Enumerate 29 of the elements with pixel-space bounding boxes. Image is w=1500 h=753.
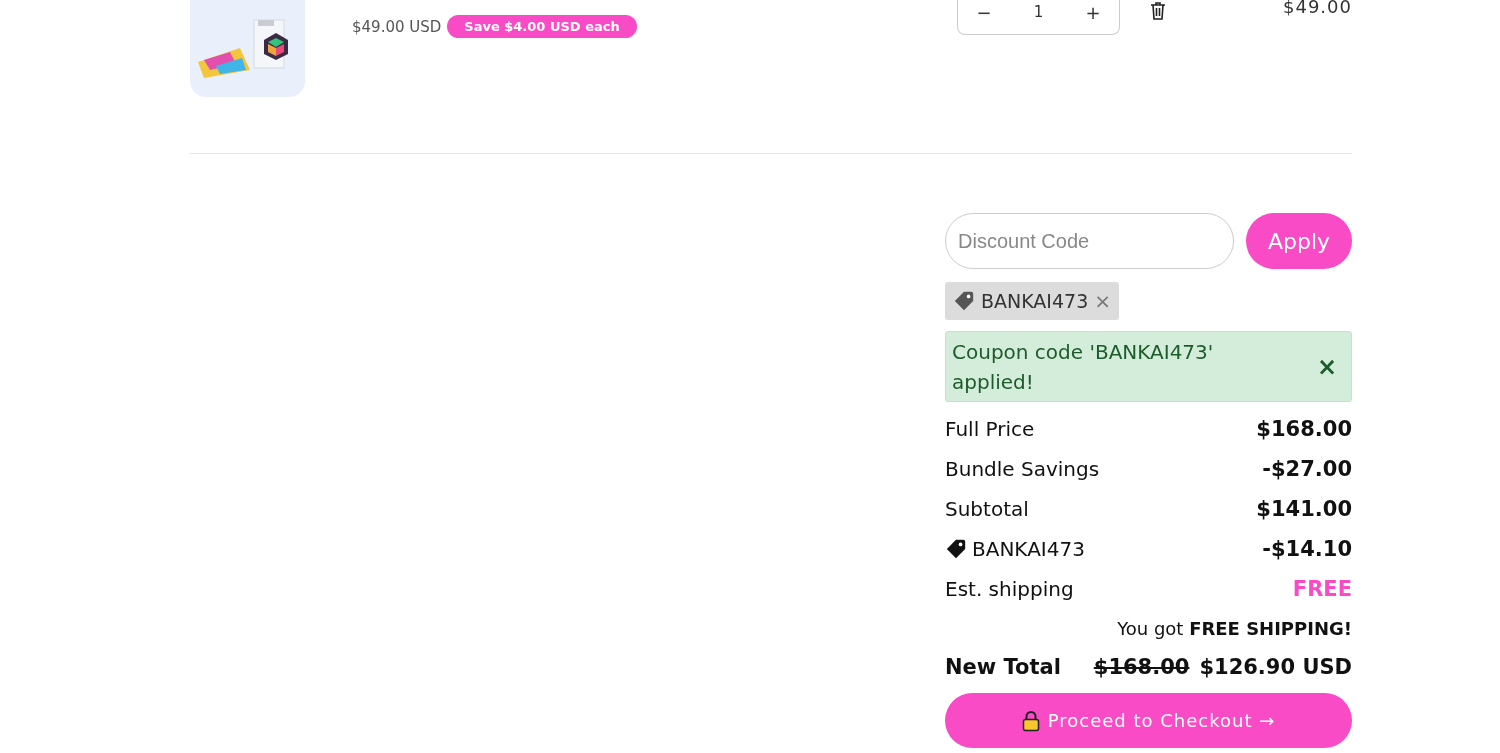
summary-label: Bundle Savings xyxy=(945,457,1100,481)
summary-label: Est. shipping xyxy=(945,577,1074,601)
summary-label: Subtotal xyxy=(945,497,1029,521)
line-total: $49.00 xyxy=(1283,0,1352,17)
new-total-amount: $126.90 USD xyxy=(1199,655,1352,679)
coupon-code: BANKAI473 xyxy=(981,290,1089,312)
trash-icon[interactable] xyxy=(1150,2,1166,20)
decrease-button[interactable]: − xyxy=(966,0,1002,27)
tag-icon xyxy=(953,290,975,312)
summary-value: -$27.00 xyxy=(1262,457,1352,481)
quantity-value: 1 xyxy=(1032,3,1045,21)
product-price: $49.00 USD xyxy=(352,17,442,36)
remove-button[interactable]: × xyxy=(1094,289,1111,313)
savings-badge: Save $4.00 USD each xyxy=(447,15,637,38)
alert-message: Coupon code 'BANKAI473' applied! xyxy=(952,338,1215,396)
summary-value: $141.00 xyxy=(1256,497,1352,521)
discount-code-field[interactable]: Discount Code xyxy=(945,213,1234,269)
shipping-note: You got FREE SHIPPING! xyxy=(1116,617,1352,641)
lock-icon xyxy=(1021,709,1040,732)
tag-icon xyxy=(945,538,967,560)
summary-value: $168.00 xyxy=(1256,417,1352,441)
summary-label: Full Price xyxy=(945,417,1035,441)
summary-label: BANKAI473 xyxy=(972,537,1085,561)
summary-value: -$14.10 xyxy=(1262,537,1352,561)
summary-value: FREE xyxy=(1292,577,1352,601)
close-button[interactable]: × xyxy=(1310,351,1343,382)
new-total-label: New Total xyxy=(945,655,1061,679)
increase-button[interactable]: + xyxy=(1075,0,1111,27)
original-price: $168.00 xyxy=(1093,655,1190,679)
